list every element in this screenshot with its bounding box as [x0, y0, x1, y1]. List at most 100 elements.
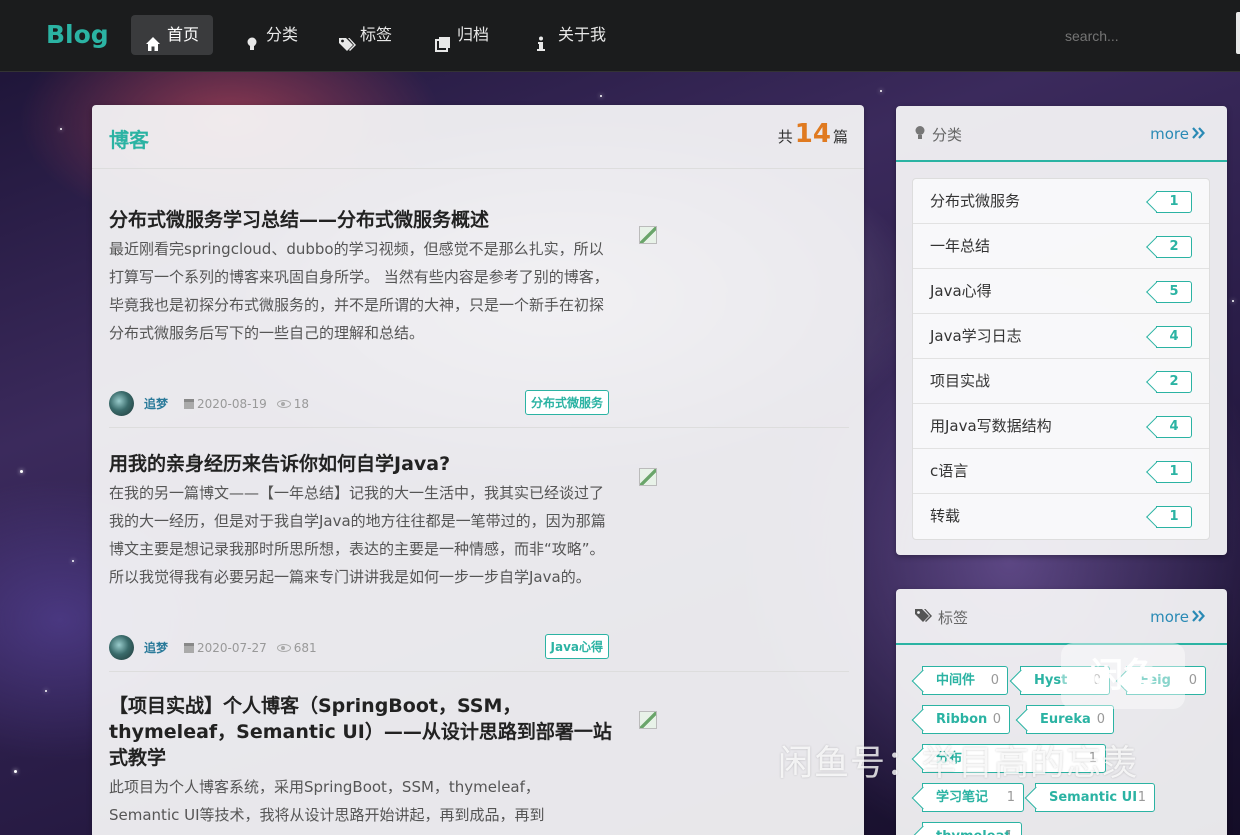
tag-count: 1	[1006, 790, 1015, 805]
tag-item[interactable]: Semantic UI 1	[1035, 783, 1155, 812]
tag-count: 0	[1188, 673, 1197, 688]
categories-more-link[interactable]: more	[1150, 125, 1205, 143]
tags-panel: 标签 more 中间件 0 Hyst 0 Feig 0 Ribbon 0 Eureka 0…	[896, 589, 1227, 835]
category-item[interactable]: 分布式微服务 1	[913, 179, 1209, 224]
post-item[interactable]: 【项目实战】个人博客（SpringBoot，SSM，thymeleaf，Sema…	[109, 693, 849, 829]
post-views-group: 681	[276, 641, 317, 655]
tag-count: 1	[1137, 790, 1146, 805]
tag-item[interactable]: Eureka 0	[1026, 705, 1114, 734]
tag-label: Semantic UI	[1049, 790, 1138, 805]
post-author[interactable]: 追梦	[144, 639, 168, 656]
post-item[interactable]: 用我的亲身经历来告诉你如何自学Java? 在我的另一篇博文——【一年总结】记我的…	[109, 451, 849, 660]
post-title[interactable]: 用我的亲身经历来告诉你如何自学Java?	[109, 451, 629, 477]
categories-header: 分类 more	[896, 106, 1227, 162]
post-item[interactable]: 分布式微服务学习总结——分布式微服务概述 最近刚看完springcloud、du…	[109, 207, 849, 416]
category-item[interactable]: 项目实战 2	[913, 359, 1209, 404]
post-date-group: 2020-07-27	[184, 641, 267, 655]
nav-item-tags[interactable]: 标签	[324, 15, 406, 55]
watermark-text: 闲鱼号：举目高的忘羡	[778, 744, 1139, 784]
nav-item-home[interactable]: 首页	[131, 15, 214, 55]
category-label: 转载	[930, 507, 961, 525]
eye-icon	[276, 643, 291, 652]
double-chevron-right-icon	[1192, 608, 1205, 626]
category-label: Java心得	[930, 282, 992, 300]
category-label: c语言	[930, 462, 969, 480]
post-tag-badge[interactable]: Java心得	[544, 634, 609, 659]
category-count: 4	[1156, 416, 1192, 438]
category-count: 4	[1156, 326, 1192, 348]
tags-header: 标签 more	[896, 589, 1227, 645]
category-count: 5	[1156, 281, 1192, 303]
tag-label: Eureka	[1040, 712, 1091, 727]
category-list: 分布式微服务 1 一年总结 2 Java心得 5 Java学习日志 4 项目实战 2 用J…	[912, 178, 1210, 540]
post-excerpt: 在我的另一篇博文——【一年总结】记我的大一生活中，我其实已经谈过了我的大一经历，…	[109, 484, 606, 586]
category-item[interactable]: 用Java写数据结构 4	[913, 404, 1209, 449]
tag-label: thymeleaf	[936, 829, 1010, 835]
lightbulb-icon	[914, 125, 926, 144]
post-thumbnail[interactable]	[639, 468, 657, 486]
categories-more-label: more	[1150, 125, 1189, 143]
post-date: 2020-07-27	[197, 640, 267, 655]
categories-title-group: 分类	[914, 124, 962, 145]
tag-count: 0	[990, 673, 999, 688]
post-count-number: 14	[794, 119, 831, 149]
home-icon	[145, 27, 161, 51]
nav-item-about[interactable]: 关于我	[522, 15, 620, 55]
eye-icon	[276, 399, 291, 408]
nav-label-home: 首页	[167, 25, 200, 44]
nav-item-archive[interactable]: 归档	[421, 15, 503, 55]
tag-item[interactable]: 学习笔记 1	[922, 783, 1024, 812]
tag-item[interactable]: thymeleaf1	[922, 822, 1022, 835]
categories-panel: 分类 more 分布式微服务 1 一年总结 2 Java心得 5 Java学习日志 4 …	[896, 106, 1227, 555]
category-label: 分布式微服务	[930, 192, 1021, 210]
category-item[interactable]: 转载 1	[913, 494, 1209, 539]
tags-icon	[338, 27, 356, 51]
category-count: 2	[1156, 371, 1192, 393]
tag-item[interactable]: Ribbon 0	[922, 705, 1010, 734]
site-logo[interactable]: Blog	[46, 20, 109, 49]
search-input[interactable]	[1060, 22, 1230, 50]
search-button-edge[interactable]	[1236, 12, 1240, 54]
avatar[interactable]	[109, 635, 134, 660]
nav-label-tags: 标签	[360, 25, 393, 44]
tags-more-label: more	[1150, 608, 1189, 626]
nav-label-about: 关于我	[558, 25, 607, 44]
blog-list-title: 博客	[109, 128, 149, 152]
post-author[interactable]: 追梦	[144, 395, 168, 412]
category-item[interactable]: Java心得 5	[913, 269, 1209, 314]
category-label: Java学习日志	[930, 327, 1022, 345]
post-thumbnail[interactable]	[639, 711, 657, 729]
tags-title-group: 标签	[914, 607, 968, 628]
category-item[interactable]: 一年总结 2	[913, 224, 1209, 269]
post-thumbnail[interactable]	[639, 226, 657, 244]
double-chevron-right-icon	[1192, 125, 1205, 143]
category-count: 1	[1156, 506, 1192, 528]
post-tag-badge[interactable]: 分布式微服务	[524, 390, 609, 415]
post-views: 18	[293, 396, 310, 411]
category-count: 1	[1156, 461, 1192, 483]
post-excerpt: 最近刚看完springcloud、dubbo的学习视频，但感觉不是那么扎实，所以…	[109, 240, 609, 342]
tag-item[interactable]: 中间件 0	[922, 666, 1008, 695]
category-item[interactable]: c语言 1	[913, 449, 1209, 494]
tag-count: 0	[1096, 712, 1105, 727]
info-icon	[536, 27, 552, 51]
nav-item-categories[interactable]: 分类	[230, 15, 312, 55]
category-item[interactable]: Java学习日志 4	[913, 314, 1209, 359]
category-count: 2	[1156, 236, 1192, 258]
avatar[interactable]	[109, 391, 134, 416]
category-label: 项目实战	[930, 372, 991, 390]
post-meta: 追梦 2020-07-27 681	[109, 635, 317, 660]
category-label: 用Java写数据结构	[930, 417, 1052, 435]
post-meta: 追梦 2020-08-19 18	[109, 391, 309, 416]
post-title[interactable]: 【项目实战】个人博客（SpringBoot，SSM，thymeleaf，Sema…	[109, 693, 629, 771]
tags-more-link[interactable]: more	[1150, 608, 1205, 626]
post-views-group: 18	[276, 396, 310, 411]
tag-count: 0	[992, 712, 1001, 727]
post-title[interactable]: 分布式微服务学习总结——分布式微服务概述	[109, 207, 629, 233]
tags-title: 标签	[938, 609, 969, 627]
category-label: 一年总结	[930, 237, 991, 255]
watermark-logo: 闲鱼	[1061, 643, 1185, 709]
post-count-prefix: 共	[777, 128, 793, 146]
categories-title: 分类	[932, 126, 963, 144]
calendar-icon	[184, 642, 195, 653]
